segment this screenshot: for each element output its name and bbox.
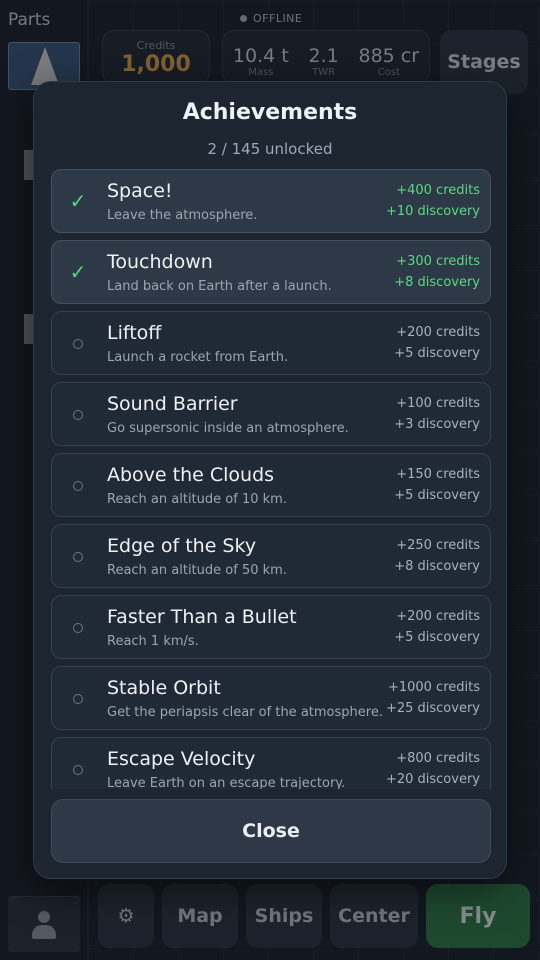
achievement-name: Stable Orbit xyxy=(107,677,221,699)
achievement-desc: Go supersonic inside an atmosphere. xyxy=(107,421,349,436)
reward-credits: +250 credits xyxy=(396,538,480,553)
modal-title: Achievements xyxy=(182,100,358,125)
achievement-item[interactable]: Liftoff Launch a rocket from Earth. +200 c… xyxy=(51,311,491,375)
achievement-name: Touchdown xyxy=(107,251,213,273)
reward-discovery: +10 discovery xyxy=(385,204,480,219)
achievement-name: Edge of the Sky xyxy=(107,535,257,557)
achievement-desc: Leave Earth on an escape trajectory. xyxy=(107,776,346,789)
reward-credits: +200 credits xyxy=(396,609,480,624)
achievement-item[interactable]: ✓ Space! Leave the atmosphere. +400 credits… xyxy=(51,169,491,233)
achievement-name: Liftoff xyxy=(107,322,162,344)
reward-discovery: +8 discovery xyxy=(394,275,480,290)
reward-discovery: +5 discovery xyxy=(394,488,480,503)
circle-icon xyxy=(73,410,83,420)
achievement-name: Escape Velocity xyxy=(107,748,256,770)
reward-discovery: +5 discovery xyxy=(394,630,480,645)
achievement-desc: Reach 1 km/s. xyxy=(107,634,199,649)
reward-credits: +300 credits xyxy=(396,254,480,269)
achievement-desc: Land back on Earth after a launch. xyxy=(107,279,332,294)
circle-icon xyxy=(73,694,83,704)
reward-discovery: +3 discovery xyxy=(394,417,480,432)
achievement-desc: Reach an altitude of 10 km. xyxy=(107,492,287,507)
circle-icon xyxy=(73,339,83,349)
achievement-item[interactable]: Stable Orbit Get the periapsis clear of t… xyxy=(51,666,491,730)
achievement-item[interactable]: Escape Velocity Leave Earth on an escape … xyxy=(51,737,491,789)
achievement-desc: Leave the atmosphere. xyxy=(107,208,258,223)
achievement-desc: Get the periapsis clear of the atmospher… xyxy=(107,705,383,720)
reward-credits: +800 credits xyxy=(396,751,480,766)
achievement-desc: Launch a rocket from Earth. xyxy=(107,350,289,365)
reward-discovery: +8 discovery xyxy=(394,559,480,574)
achievement-item[interactable]: ✓ Touchdown Land back on Earth after a lau… xyxy=(51,240,491,304)
achievement-name: Above the Clouds xyxy=(107,464,275,486)
achievements-list[interactable]: ✓ Space! Leave the atmosphere. +400 credits… xyxy=(51,169,491,789)
circle-icon xyxy=(73,765,83,775)
achievement-item[interactable]: Above the Clouds Reach an altitude of 10 … xyxy=(51,453,491,517)
reward-credits: +150 credits xyxy=(396,467,480,482)
achievement-name: Faster Than a Bullet xyxy=(107,606,297,628)
reward-credits: +1000 credits xyxy=(387,680,480,695)
reward-credits: +400 credits xyxy=(396,183,480,198)
check-icon: ✓ xyxy=(69,189,87,213)
achievement-name: Sound Barrier xyxy=(107,393,238,415)
close-button[interactable]: Close xyxy=(51,799,491,863)
check-icon: ✓ xyxy=(69,260,87,284)
achievement-desc: Reach an altitude of 50 km. xyxy=(107,563,287,578)
unlocked-count: 2 / 145 unlocked xyxy=(207,140,333,158)
achievement-item[interactable]: Sound Barrier Go supersonic inside an atm… xyxy=(51,382,491,446)
achievements-modal: Achievements 2 / 145 unlocked ✓ Space! Lea… xyxy=(33,81,507,879)
reward-credits: +100 credits xyxy=(396,396,480,411)
achievement-item[interactable]: Edge of the Sky Reach an altitude of 50 k… xyxy=(51,524,491,588)
achievement-name: Space! xyxy=(107,180,173,202)
reward-credits: +200 credits xyxy=(396,325,480,340)
achievement-item[interactable]: Faster Than a Bullet Reach 1 km/s. +200 cr… xyxy=(51,595,491,659)
reward-discovery: +25 discovery xyxy=(385,701,480,716)
reward-discovery: +20 discovery xyxy=(385,772,480,787)
circle-icon xyxy=(73,623,83,633)
circle-icon xyxy=(73,552,83,562)
reward-discovery: +5 discovery xyxy=(394,346,480,361)
circle-icon xyxy=(73,481,83,491)
